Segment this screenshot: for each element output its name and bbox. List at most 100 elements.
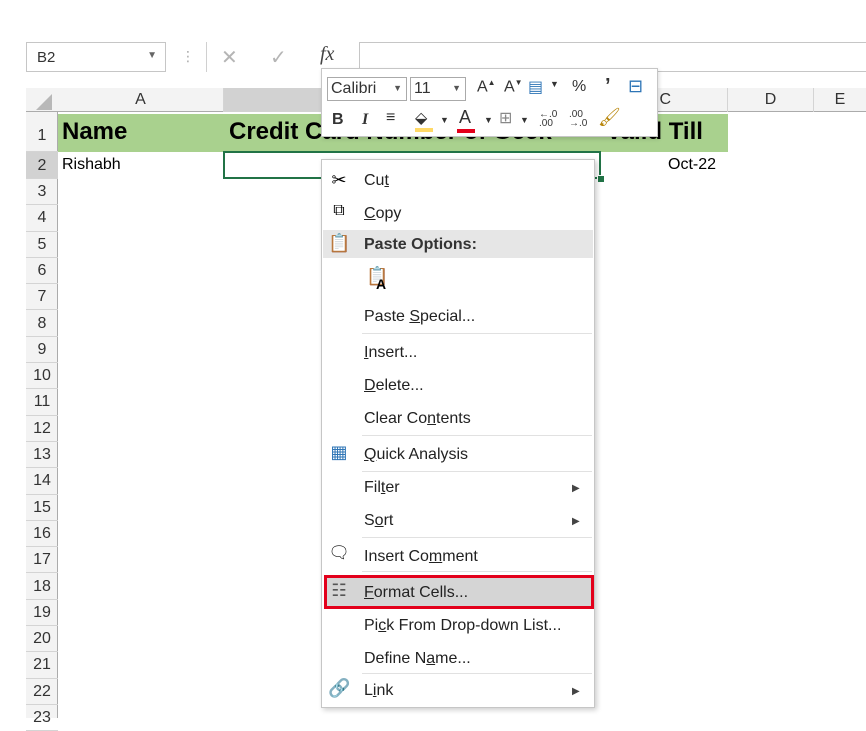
- select-all-icon[interactable]: [36, 94, 52, 110]
- row-header-17[interactable]: 17: [26, 547, 58, 574]
- menu-item-copy[interactable]: Copy: [364, 205, 401, 223]
- percent-style-icon[interactable]: %: [572, 78, 586, 96]
- chevron-down-icon[interactable]: ▼: [393, 83, 402, 93]
- row-header-5[interactable]: 5: [26, 232, 58, 258]
- row-header-18[interactable]: 18: [26, 574, 58, 600]
- name-box[interactable]: B2 ▼: [26, 42, 166, 72]
- font-size-combo[interactable]: 11 ▼: [410, 77, 466, 101]
- submenu-arrow-icon: ▶: [572, 516, 580, 527]
- column-header-a[interactable]: A: [58, 88, 224, 112]
- row-header-9[interactable]: 9: [26, 337, 58, 364]
- column-header-e[interactable]: E: [814, 88, 866, 112]
- row-header-6[interactable]: 6: [26, 258, 58, 285]
- cell-a2[interactable]: Rishabh: [62, 156, 121, 174]
- font-color-letter: A: [459, 107, 472, 127]
- submenu-arrow-icon: ▶: [572, 686, 580, 697]
- menu-item-delete[interactable]: Delete...: [364, 377, 424, 395]
- menu-item-quick-analysis[interactable]: Quick Analysis: [364, 446, 468, 464]
- row-header-15[interactable]: 15: [26, 495, 58, 521]
- align-center-icon[interactable]: ≡: [386, 109, 395, 127]
- column-header-d[interactable]: D: [728, 88, 814, 112]
- name-box-dropdown-icon[interactable]: ▼: [147, 50, 157, 61]
- chevron-down-icon[interactable]: ▼: [484, 115, 493, 125]
- name-box-value: B2: [37, 49, 56, 66]
- font-color-swatch: [457, 129, 475, 133]
- menu-item-link[interactable]: Link: [364, 682, 393, 700]
- clipboard-icon: 📋: [328, 233, 351, 253]
- format-painter-icon[interactable]: 🖌: [598, 107, 621, 128]
- menu-item-insert[interactable]: Insert...: [364, 344, 417, 362]
- bold-icon[interactable]: B: [332, 111, 344, 129]
- menu-item-paste-special[interactable]: Paste Special...: [364, 308, 475, 326]
- menu-item-filter[interactable]: Filter: [364, 479, 400, 497]
- cancel-entry-icon[interactable]: ✕: [221, 45, 238, 70]
- row-header-14[interactable]: 14: [26, 468, 58, 495]
- menu-item-insert-comment[interactable]: Insert Comment: [364, 548, 478, 566]
- paste-option-glyph: A: [376, 276, 387, 292]
- row-header-3[interactable]: 3: [26, 179, 58, 206]
- menu-separator: [362, 471, 592, 472]
- comma-style-icon[interactable]: ’: [605, 75, 611, 98]
- menu-item-format-cells[interactable]: Format Cells...: [364, 584, 468, 602]
- chevron-down-icon[interactable]: ▼: [520, 115, 529, 125]
- row-header-7[interactable]: 7: [26, 284, 58, 311]
- menu-separator: [362, 673, 592, 674]
- menu-item-pick-from-list[interactable]: Pick From Drop-down List...: [364, 617, 561, 635]
- menu-separator: [362, 537, 592, 538]
- menu-item-sort[interactable]: Sort: [364, 512, 393, 530]
- menu-item-cut[interactable]: Cut: [364, 172, 389, 190]
- row-header-2[interactable]: 2: [26, 152, 58, 179]
- row-header-22[interactable]: 22: [26, 679, 58, 705]
- fill-color-swatch: [415, 128, 433, 132]
- format-cells-icon: ☷: [331, 581, 347, 600]
- context-menu: ✂ Cut ⧉ Copy 📋 Paste Options: 📋 A Paste …: [321, 159, 595, 708]
- decrease-decimal-icon[interactable]: .00 →.0: [569, 110, 587, 129]
- row-header-4[interactable]: 4: [26, 205, 58, 232]
- row-header-1[interactable]: 1: [26, 112, 58, 152]
- increase-decimal-icon[interactable]: ←.0.00: [539, 110, 557, 129]
- chevron-down-icon[interactable]: ▼: [440, 115, 449, 125]
- row-header-20[interactable]: 20: [26, 626, 58, 653]
- chevron-down-icon[interactable]: ▼: [452, 83, 461, 93]
- row-header-13[interactable]: 13: [26, 442, 58, 469]
- row-header-21[interactable]: 21: [26, 652, 58, 679]
- paste-option-keep-text-button[interactable]: 📋 A: [364, 264, 390, 294]
- copy-icon: ⧉: [333, 202, 345, 219]
- row-header-16[interactable]: 16: [26, 521, 58, 548]
- font-name-value: Calibri: [331, 80, 377, 97]
- row-header-19[interactable]: 19: [26, 600, 58, 627]
- decrease-font-size-icon[interactable]: A▼: [504, 78, 523, 96]
- submenu-arrow-icon: ▶: [572, 483, 580, 494]
- row-header-12[interactable]: 12: [26, 416, 58, 442]
- paste-options-label: Paste Options:: [364, 236, 477, 253]
- cell-a1[interactable]: Name: [62, 118, 127, 146]
- insert-function-icon[interactable]: fx: [320, 43, 334, 66]
- row-header-8[interactable]: 8: [26, 311, 58, 337]
- cell-c2[interactable]: Oct-22: [668, 156, 716, 174]
- menu-item-define-name[interactable]: Define Name...: [364, 650, 471, 668]
- comment-icon: 🗨: [328, 543, 350, 562]
- accounting-format-icon[interactable]: ▤: [528, 77, 543, 97]
- enter-check-icon[interactable]: ✓: [270, 45, 287, 70]
- menu-separator: [362, 571, 592, 572]
- font-name-combo[interactable]: Calibri ▼: [327, 77, 407, 101]
- merge-center-icon[interactable]: ⊟: [628, 76, 643, 97]
- formula-bar-divider: [206, 42, 207, 72]
- italic-icon[interactable]: I: [362, 111, 368, 129]
- scissors-icon: ✂: [331, 170, 347, 190]
- formula-bar-grip-icon[interactable]: ⋮: [181, 48, 195, 65]
- font-color-icon[interactable]: A: [457, 107, 475, 133]
- increase-font-size-icon[interactable]: A▲: [477, 78, 496, 96]
- fill-color-icon[interactable]: ⬙: [415, 108, 433, 132]
- quick-analysis-icon: ▦: [330, 442, 348, 462]
- menu-separator: [362, 333, 592, 334]
- menu-item-clear-contents[interactable]: Clear Contents: [364, 410, 471, 428]
- row-header-11[interactable]: 11: [26, 389, 58, 416]
- row-header-23[interactable]: 23: [26, 705, 58, 731]
- link-icon: 🔗: [328, 678, 351, 698]
- mini-toolbar: Calibri ▼ 11 ▼ A▲ A▼ ▤ ▼ % ’ ⊟ B I ≡ ⬙ ▼…: [321, 68, 658, 137]
- chevron-down-icon[interactable]: ▼: [550, 79, 559, 89]
- fill-handle[interactable]: [597, 175, 605, 183]
- row-header-10[interactable]: 10: [26, 363, 58, 390]
- borders-icon[interactable]: ⊞: [499, 108, 512, 128]
